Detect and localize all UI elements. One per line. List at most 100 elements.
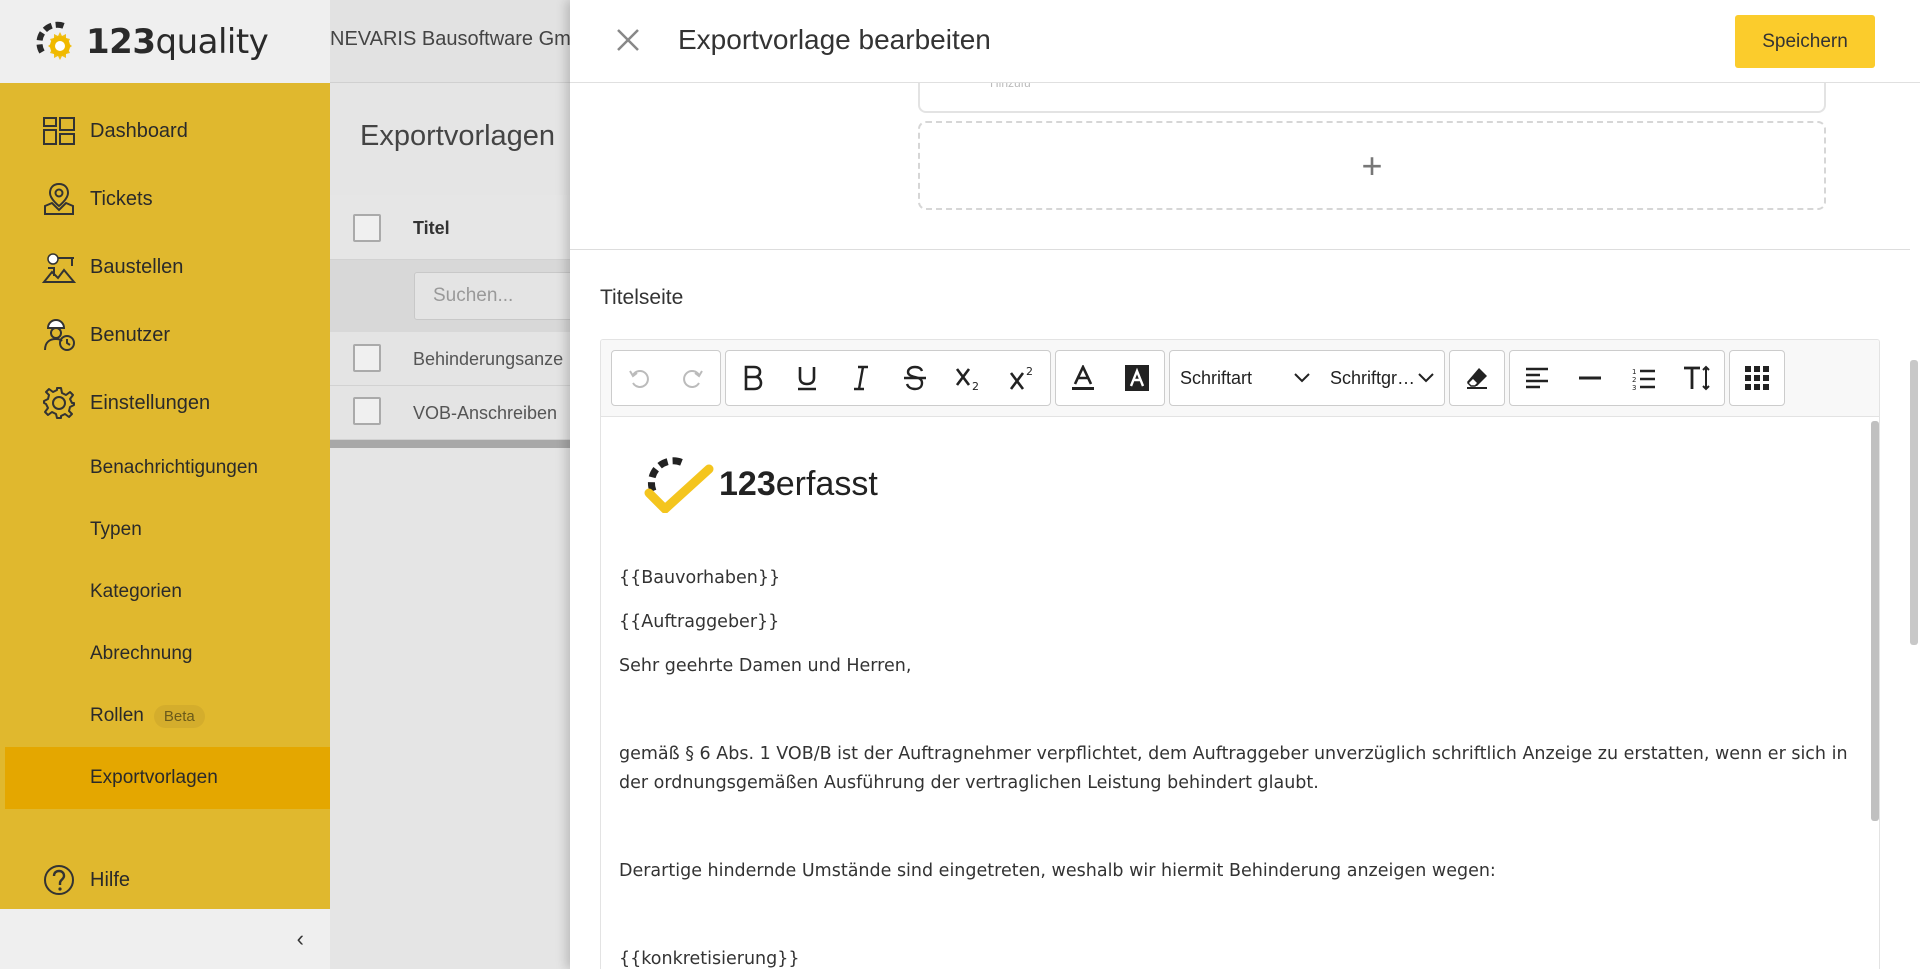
underline-icon <box>798 367 816 391</box>
subscript-icon: 2 <box>955 368 979 391</box>
svg-text:2: 2 <box>1026 365 1033 378</box>
svg-text:2: 2 <box>972 380 979 391</box>
line-height-button[interactable] <box>1671 351 1725 405</box>
sidebar-item-hilfe[interactable]: Hilfe <box>0 846 330 914</box>
placeholder-konkretisierung: {{konkretisierung}} <box>619 949 800 969</box>
save-button[interactable]: Speichern <box>1735 15 1875 68</box>
main-nav: Dashboard Tickets Baustellen Benutzer Ei… <box>0 83 330 809</box>
bold-button[interactable] <box>726 351 780 405</box>
superscript-button[interactable]: 2 <box>996 351 1050 405</box>
font-group: Schriftart Schriftgr… <box>1169 350 1445 406</box>
undo-button[interactable] <box>612 351 666 405</box>
horizontal-rule-button[interactable] <box>1564 351 1618 405</box>
background-color-icon <box>1125 365 1149 391</box>
ordered-list-icon: 123 <box>1632 368 1655 390</box>
logo-mark-icon <box>34 18 82 66</box>
sidebar-item-label: Hilfe <box>90 868 131 891</box>
worker-icon <box>42 318 76 352</box>
editor-scrollbar[interactable] <box>1871 421 1879 821</box>
logo-text: 123quality <box>86 21 269 62</box>
body-paragraph-2: Derartige hindernde Umstände sind einget… <box>619 861 1496 881</box>
color-group <box>1055 350 1165 406</box>
sidebar-subitem-typen[interactable]: Typen <box>0 499 330 561</box>
sidebar-subitem-benachrichtigungen[interactable]: Benachrichtigungen <box>0 437 330 499</box>
column-header-title[interactable]: Titel <box>413 218 450 239</box>
line-height-icon <box>1684 365 1710 391</box>
dashboard-icon <box>42 114 76 148</box>
superscript-icon: 2 <box>1009 365 1033 390</box>
chevron-left-icon: ‹ <box>296 926 304 951</box>
chevron-down-icon <box>1294 373 1310 383</box>
sidebar-item-einstellungen[interactable]: Einstellungen <box>0 369 330 437</box>
font-size-select[interactable]: Schriftgr… <box>1320 351 1444 405</box>
table-group <box>1729 350 1785 406</box>
panel-header: Exportvorlage bearbeiten Speichern <box>570 0 1920 83</box>
clear-formatting-button[interactable] <box>1450 351 1504 405</box>
strikethrough-icon <box>904 365 926 391</box>
sidebar-item-benutzer[interactable]: Benutzer <box>0 301 330 369</box>
strikethrough-button[interactable] <box>888 351 942 405</box>
chevron-down-icon <box>1418 373 1434 383</box>
salutation-text: Sehr geehrte Damen und Herren, <box>619 656 912 676</box>
sidebar-item-label: Baustellen <box>90 255 184 278</box>
subscript-button[interactable]: 2 <box>942 351 996 405</box>
section-label-titelseite: Titelseite <box>600 286 684 309</box>
align-left-button[interactable] <box>1510 351 1564 405</box>
sidebar-item-dashboard[interactable]: Dashboard <box>0 97 330 165</box>
sidebar-subitem-exportvorlagen[interactable]: Exportvorlagen <box>5 747 330 809</box>
sidebar-item-label: Benutzer <box>90 323 171 346</box>
panel-scrollbar[interactable] <box>1910 360 1918 645</box>
help-icon <box>42 863 76 897</box>
text-color-button[interactable] <box>1056 351 1110 405</box>
search-input[interactable]: Suchen... <box>414 272 574 320</box>
sidebar: 123quality Dashboard Tickets Baustellen … <box>0 0 330 969</box>
table-cell-title[interactable]: Behinderungsanze <box>413 349 563 370</box>
beta-badge: Beta <box>153 704 205 728</box>
logo2-text: 123erfasst <box>719 464 878 503</box>
row-checkbox[interactable] <box>353 344 381 372</box>
editor-content[interactable]: 123erfasst {{Bauvorhaben}} {{Auftraggebe… <box>601 417 1879 969</box>
sidebar-subitem-kategorien[interactable]: Kategorien <box>0 561 330 623</box>
eraser-icon <box>1467 368 1487 389</box>
rich-text-editor: 2 2 Schriftart Schriftgr… 1 2 3 123erfas… <box>600 339 1880 969</box>
horizontal-scrollbar[interactable] <box>330 440 570 448</box>
svg-text:1: 1 <box>1632 368 1636 376</box>
sidebar-item-baustellen[interactable]: Baustellen <box>0 233 330 301</box>
select-all-checkbox[interactable] <box>353 214 381 242</box>
logo[interactable]: 123quality <box>0 0 330 83</box>
svg-text:2: 2 <box>1632 376 1636 384</box>
horizontal-rule-icon <box>1579 376 1602 380</box>
svg-text:3: 3 <box>1632 384 1636 390</box>
edit-export-template-panel: Hinzufü Exportvorlage bearbeiten Speiche… <box>570 0 1920 969</box>
italic-button[interactable] <box>834 351 888 405</box>
table-cell-title[interactable]: VOB-Anschreiben <box>413 403 557 424</box>
italic-icon <box>854 365 868 391</box>
plus-icon: + <box>1361 144 1383 186</box>
text-color-icon <box>1072 365 1094 390</box>
add-template-card-button[interactable]: + <box>918 121 1826 210</box>
map-pin-icon <box>42 182 76 216</box>
redo-button[interactable] <box>666 351 720 405</box>
ordered-list-button[interactable]: 123 <box>1617 351 1671 405</box>
history-group <box>611 350 721 406</box>
company-name[interactable]: NEVARIS Bausoftware Gm <box>330 28 571 51</box>
editor-toolbar: 2 2 Schriftart Schriftgr… 1 2 3 <box>601 340 1879 417</box>
sidebar-item-tickets[interactable]: Tickets <box>0 165 330 233</box>
panel-title: Exportvorlage bearbeiten <box>678 24 991 55</box>
row-checkbox[interactable] <box>353 397 381 425</box>
sidebar-subitem-abrechnung[interactable]: Abrechnung <box>0 623 330 685</box>
body-paragraph-1: gemäß § 6 Abs. 1 VOB/B ist der Auftragne… <box>619 744 1848 793</box>
123erfasst-logo: 123erfasst <box>643 455 878 513</box>
underline-button[interactable] <box>780 351 834 405</box>
table-grid-icon <box>1745 366 1769 390</box>
close-button[interactable] <box>610 22 646 58</box>
sidebar-subitem-rollen[interactable]: Rollen Beta <box>0 685 330 747</box>
sidebar-item-label: Tickets <box>90 187 153 210</box>
font-family-select[interactable]: Schriftart <box>1170 351 1320 405</box>
insert-table-button[interactable] <box>1730 351 1784 405</box>
check-logo-icon <box>644 457 714 513</box>
bold-icon <box>744 365 763 391</box>
construction-site-icon <box>42 250 76 284</box>
background-color-button[interactable] <box>1110 351 1164 405</box>
collapse-sidebar-button[interactable]: ‹ <box>0 909 330 969</box>
